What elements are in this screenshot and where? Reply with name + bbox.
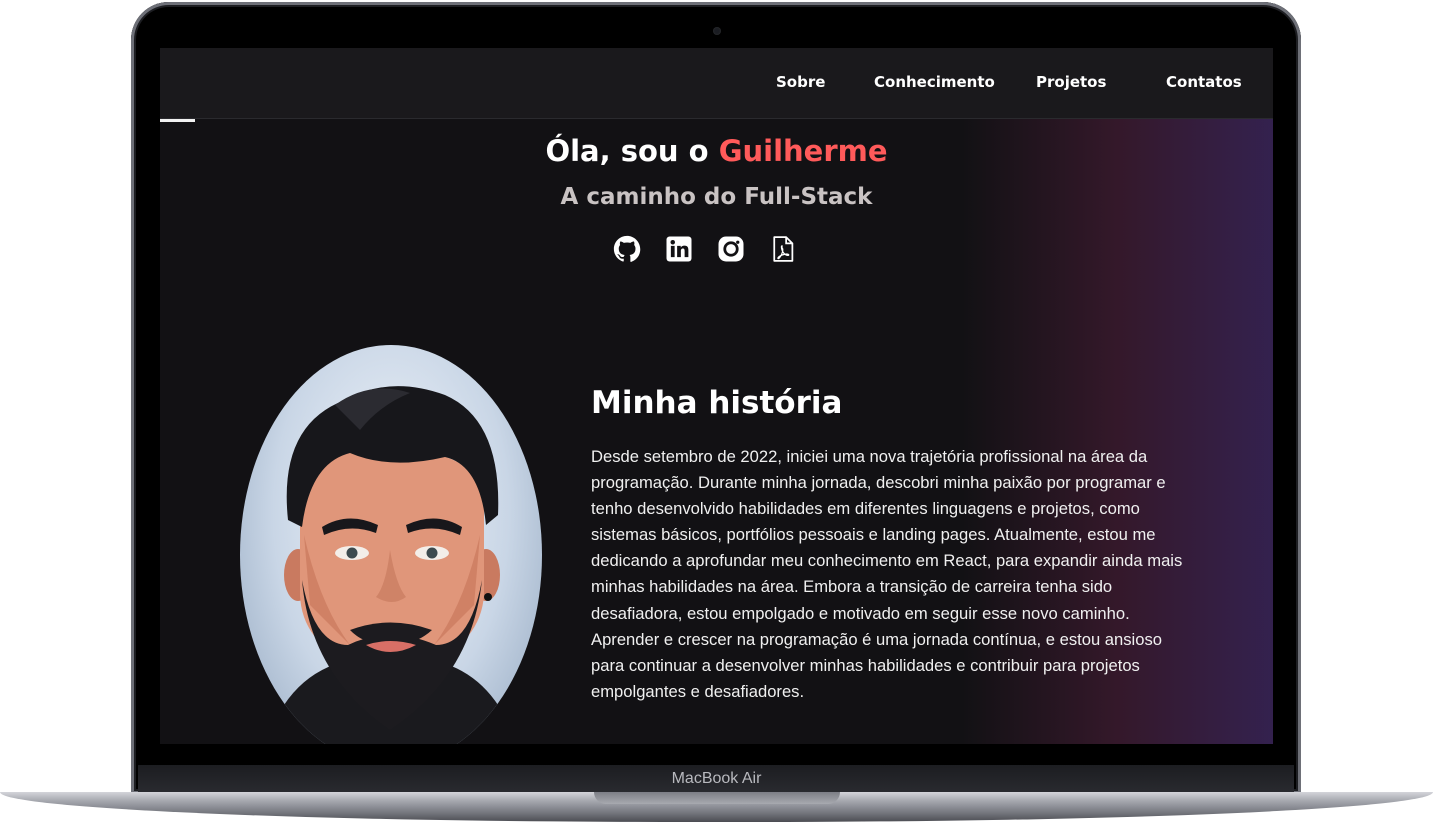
instagram-icon[interactable]: [716, 234, 746, 264]
top-nav: Sobre Conhecimento Projetos Contatos: [160, 48, 1273, 119]
nav-item-projetos[interactable]: Projetos: [1036, 73, 1106, 91]
hero-name: Guilherme: [718, 134, 888, 168]
nav-item-contatos[interactable]: Contatos: [1166, 73, 1242, 91]
nav-active-indicator: [160, 119, 195, 122]
pdf-icon[interactable]: [768, 234, 798, 264]
history-title: Minha história: [591, 385, 843, 421]
profile-portrait: [240, 345, 542, 744]
nav-item-conhecimento[interactable]: Conhecimento: [874, 73, 995, 91]
device-brand-label: MacBook Air: [671, 770, 762, 787]
hero-title: Óla, sou o Guilherme: [160, 134, 1273, 168]
history-text: Desde setembro de 2022, iniciei uma nova…: [591, 447, 1183, 701]
portrait-illustration: [265, 386, 517, 744]
hero-greeting: Óla, sou o: [545, 134, 719, 168]
hero-subtitle: A caminho do Full-Stack: [560, 184, 873, 210]
laptop-notch: [594, 792, 840, 804]
website-screen: Sobre Conhecimento Projetos Contatos Óla…: [160, 48, 1273, 744]
linkedin-icon[interactable]: [664, 234, 694, 264]
nav-item-sobre[interactable]: Sobre: [776, 73, 825, 91]
camera-icon: [713, 27, 721, 35]
github-icon[interactable]: [612, 234, 642, 264]
